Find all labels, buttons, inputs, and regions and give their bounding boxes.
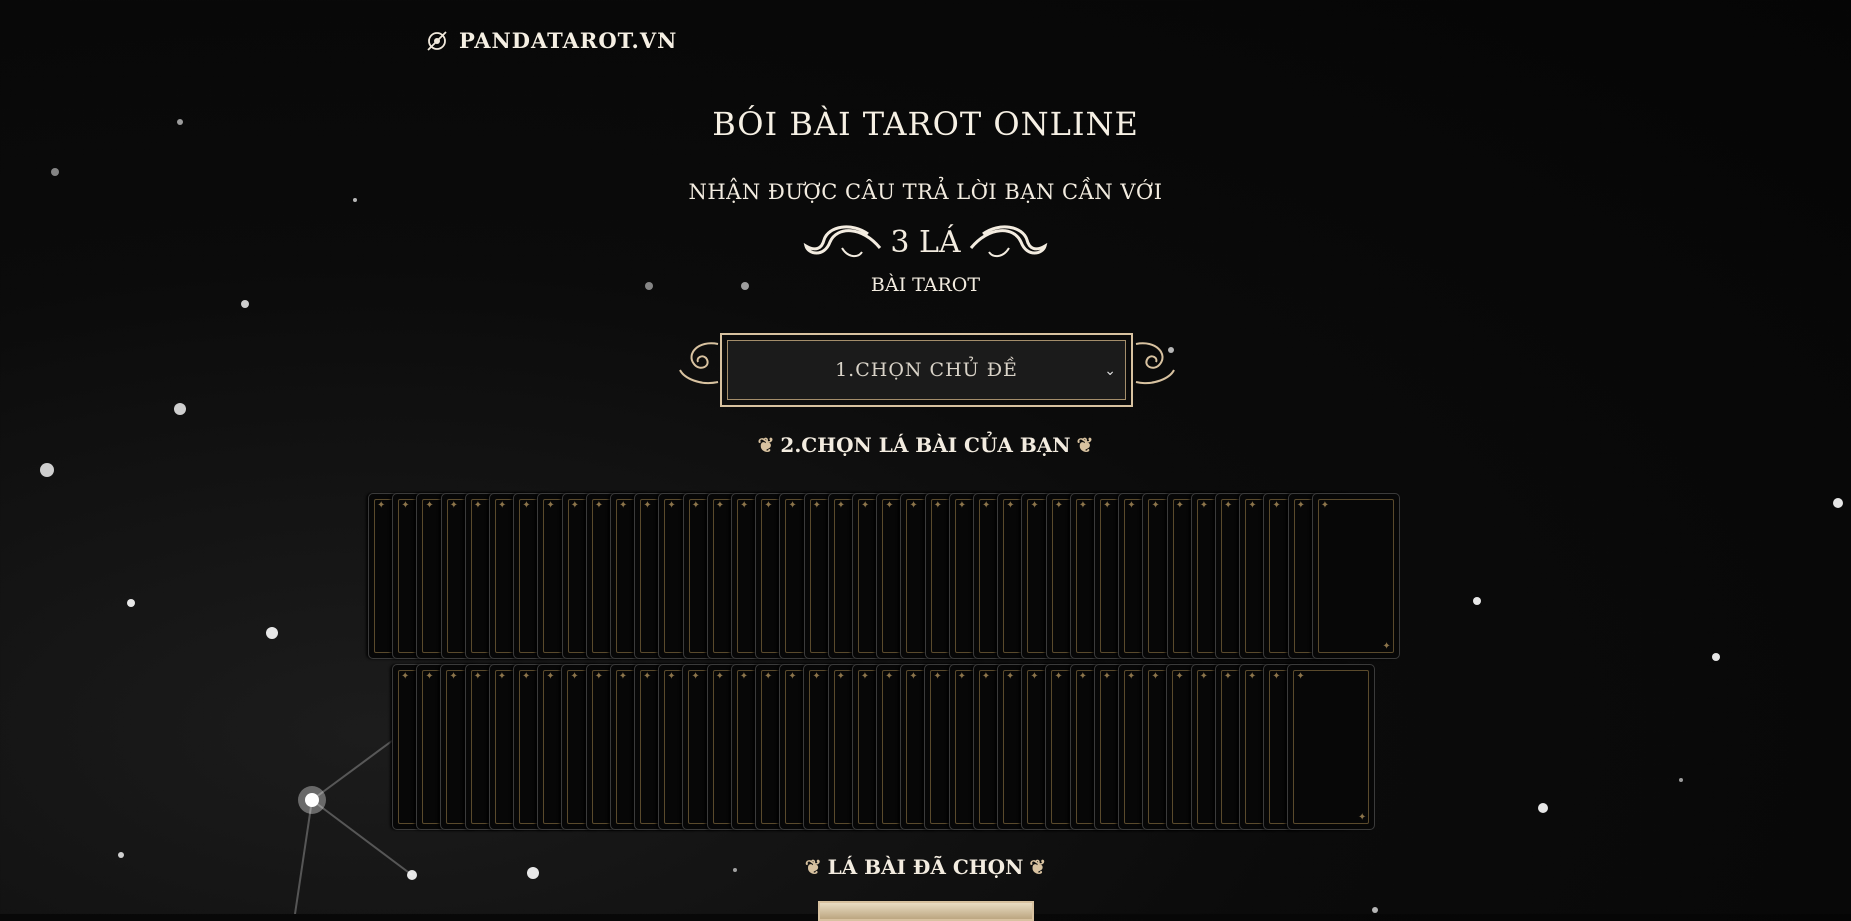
card-count: 3 LÁ <box>890 224 961 260</box>
selected-heading: ❦ LÁ BÀI ĐÃ CHỌN ❦ <box>0 855 1851 879</box>
compass-icon <box>427 30 447 51</box>
selected-label: LÁ BÀI ĐÃ CHỌN <box>827 855 1024 879</box>
topic-select[interactable]: 1.CHỌN CHỦ ĐỀ ⌄ <box>720 333 1133 407</box>
chevron-down-icon: ⌄ <box>1104 363 1117 379</box>
logo-text: PANDATAROT.VN <box>459 28 678 53</box>
ornament-right-icon <box>1135 342 1175 384</box>
hero-subtitle: NHẬN ĐƯỢC CÂU TRẢ LỜI BẠN CẦN VỚI <box>688 180 1163 204</box>
card-count-row: 3 LÁ <box>0 218 1851 266</box>
swirl-left-icon: ❦ <box>804 855 822 879</box>
topic-select-box[interactable]: 1.CHỌN CHỦ ĐỀ ⌄ <box>727 340 1126 400</box>
site-logo[interactable]: PANDATAROT.VN <box>425 28 677 53</box>
ornament-left-icon <box>679 342 719 384</box>
hero-subtitle-end: BÀI TAROT <box>870 274 981 296</box>
swirl-right-icon: ❦ <box>1029 855 1047 879</box>
page-title: BÓI BÀI TAROT ONLINE <box>712 105 1139 143</box>
tarot-card[interactable]: ✦ <box>1287 664 1376 830</box>
tarot-card[interactable]: ✦ <box>1311 493 1400 659</box>
selected-card-slot <box>818 901 1034 921</box>
step2-label: 2.CHỌN LÁ BÀI CỦA BẠN <box>780 433 1071 457</box>
flourish-left-icon <box>804 225 882 258</box>
swirl-left-icon: ❦ <box>757 433 775 457</box>
swirl-right-icon: ❦ <box>1076 433 1094 457</box>
card-corner-icon: ✦ <box>1382 641 1391 652</box>
step2-heading: ❦ 2.CHỌN LÁ BÀI CỦA BẠN ❦ <box>0 433 1851 457</box>
flourish-right-icon <box>969 225 1047 258</box>
card-corner-icon: ✦ <box>1358 812 1367 823</box>
topic-select-value: 1.CHỌN CHỦ ĐỀ <box>835 359 1018 381</box>
